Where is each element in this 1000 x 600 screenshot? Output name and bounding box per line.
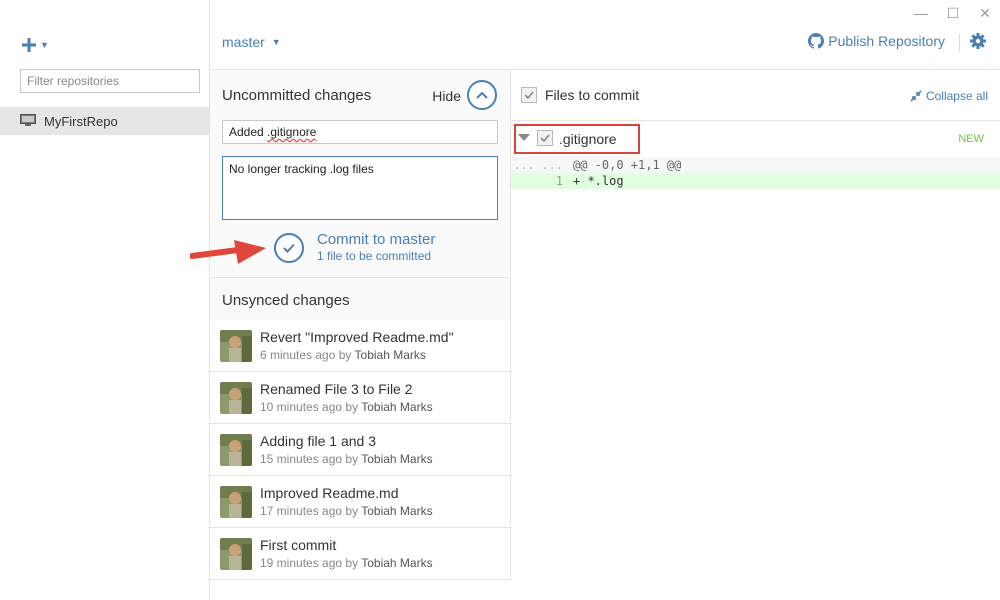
summary-misspelled-word: .gitignore: [267, 125, 317, 139]
avatar: [220, 538, 252, 570]
commit-list-item[interactable]: First commit 19 minutes ago by Tobiah Ma…: [210, 528, 510, 580]
chevron-down-icon: ▼: [40, 40, 49, 50]
repository-item[interactable]: MyFirstRepo: [0, 107, 209, 135]
check-icon: [540, 134, 550, 142]
github-icon: [808, 33, 825, 49]
new-line-number: ...: [541, 158, 563, 172]
by-label: by: [345, 452, 359, 466]
diff-view: ... ... @@ -0,0 +1,1 @@ 1 + *.log: [511, 157, 1000, 189]
commit-list-item[interactable]: Adding file 1 and 3 15 minutes ago by To…: [210, 424, 510, 476]
files-to-commit-count: 1 file to be committed: [317, 249, 432, 263]
uncommitted-changes-heading: Uncommitted changes: [222, 87, 372, 104]
commit-meta: 15 minutes ago by Tobiah Marks: [260, 452, 433, 466]
status-badge: NEW: [958, 133, 984, 145]
commit-summary-input[interactable]: Added .gitignore: [222, 120, 498, 144]
branch-selector[interactable]: master ▼: [222, 34, 281, 50]
commit-meta: 17 minutes ago by Tobiah Marks: [260, 504, 433, 518]
description-text: No longer tracking .log files: [229, 162, 374, 176]
maximize-button[interactable]: ☐: [946, 6, 960, 20]
filter-repositories-input[interactable]: [20, 69, 200, 93]
commit-message: Improved Readme.md: [260, 485, 399, 501]
commit-to-master-label[interactable]: Commit to master: [317, 231, 435, 248]
select-all-checkbox[interactable]: [521, 87, 537, 103]
by-label: by: [345, 400, 359, 414]
files-to-commit-header: Files to commit: [521, 87, 639, 103]
divider: [959, 34, 960, 52]
check-icon: [283, 243, 295, 253]
collapse-icon: [910, 90, 922, 102]
top-bar: master ▼ Publish Repository: [210, 24, 1000, 70]
unsynced-changes-heading: Unsynced changes: [222, 292, 350, 309]
avatar: [220, 486, 252, 518]
file-checkbox[interactable]: [537, 130, 553, 146]
commit-time: 10 minutes ago: [260, 400, 343, 414]
plus-icon: [22, 32, 36, 58]
old-line-number: ...: [513, 158, 535, 172]
publish-repository-button[interactable]: Publish Repository: [808, 33, 945, 49]
divider: [511, 120, 1000, 121]
commit-button[interactable]: [274, 233, 304, 263]
repository-name: MyFirstRepo: [44, 113, 118, 129]
collapse-all-label: Collapse all: [925, 89, 988, 103]
minimize-button[interactable]: —: [914, 6, 928, 20]
commit-description-input[interactable]: No longer tracking .log files: [222, 156, 498, 220]
avatar: [220, 434, 252, 466]
commit-list-item[interactable]: Improved Readme.md 17 minutes ago by Tob…: [210, 476, 510, 528]
collapse-all-button[interactable]: Collapse all: [910, 89, 988, 103]
commit-list-item[interactable]: Revert "Improved Readme.md" 6 minutes ag…: [210, 320, 510, 372]
branch-name: master: [222, 34, 265, 50]
diff-text: + *.log: [573, 174, 624, 188]
commit-author: Tobiah Marks: [361, 556, 433, 570]
avatar: [220, 330, 252, 362]
commit-author: Tobiah Marks: [361, 504, 433, 518]
window-controls: — ☐ ✕: [914, 6, 992, 20]
files-to-commit-label: Files to commit: [545, 87, 640, 103]
hide-button[interactable]: [467, 80, 497, 110]
diff-text: @@ -0,0 +1,1 @@: [573, 158, 682, 172]
commit-message: First commit: [260, 537, 337, 553]
file-name: .gitignore: [559, 131, 617, 147]
commit-meta: 19 minutes ago by Tobiah Marks: [260, 556, 433, 570]
close-button[interactable]: ✕: [978, 6, 992, 20]
commit-author: Tobiah Marks: [361, 400, 433, 414]
commit-meta: 10 minutes ago by Tobiah Marks: [260, 400, 433, 414]
unsynced-commit-list: Revert "Improved Readme.md" 6 minutes ag…: [210, 320, 510, 580]
by-label: by: [345, 556, 359, 570]
summary-prefix: Added: [229, 125, 268, 139]
commit-time: 17 minutes ago: [260, 504, 343, 518]
commit-author: Tobiah Marks: [354, 348, 426, 362]
diff-added-line: 1 + *.log: [511, 173, 1000, 189]
commit-author: Tobiah Marks: [361, 452, 433, 466]
by-label: by: [338, 348, 352, 362]
commit-list-item[interactable]: Renamed File 3 to File 2 10 minutes ago …: [210, 372, 510, 424]
publish-label: Publish Repository: [828, 33, 945, 49]
by-label: by: [345, 504, 359, 518]
chevron-up-icon: [476, 91, 488, 99]
commit-time: 6 minutes ago: [260, 348, 336, 362]
file-item[interactable]: .gitignore NEW: [511, 122, 1000, 156]
settings-button[interactable]: [970, 33, 986, 54]
commit-message: Adding file 1 and 3: [260, 433, 376, 449]
add-repository-button[interactable]: ▼: [22, 32, 49, 58]
commit-time: 19 minutes ago: [260, 556, 343, 570]
red-arrow-annotation: [190, 240, 266, 264]
hide-label[interactable]: Hide: [432, 88, 461, 104]
avatar: [220, 382, 252, 414]
commit-time: 15 minutes ago: [260, 452, 343, 466]
new-line-number: 1: [555, 174, 563, 188]
monitor-icon: [20, 113, 44, 129]
commit-panel: Uncommitted changes Hide Added .gitignor…: [190, 70, 511, 580]
diff-panel: Files to commit Collapse all .gitignore …: [511, 70, 1000, 600]
gear-icon: [970, 33, 986, 49]
commit-message: Revert "Improved Readme.md": [260, 329, 454, 345]
check-icon: [524, 91, 534, 99]
commit-meta: 6 minutes ago by Tobiah Marks: [260, 348, 426, 362]
chevron-down-icon: ▼: [271, 37, 281, 47]
repository-sidebar: ▼ MyFirstRepo: [0, 0, 210, 600]
commit-area: Commit to master 1 file to be committed: [190, 220, 510, 278]
commit-message: Renamed File 3 to File 2: [260, 381, 413, 397]
diff-hunk-header: ... ... @@ -0,0 +1,1 @@: [511, 157, 1000, 173]
